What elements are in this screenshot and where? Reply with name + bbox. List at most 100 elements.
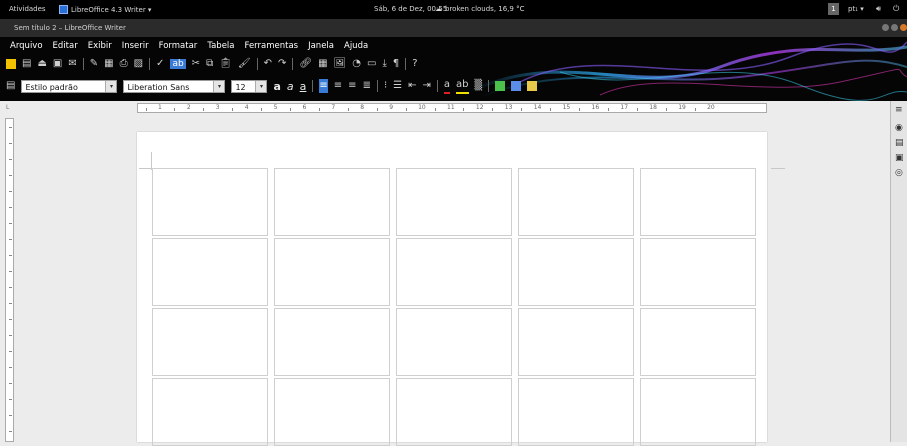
label-cell[interactable] [518,308,634,376]
sidebar-navigator-icon[interactable] [527,81,538,91]
speaker-icon[interactable]: 🔊︎ [876,4,881,14]
numbering-icon[interactable]: ⁝ [384,79,387,93]
decrease-indent-icon[interactable]: ⇤ [408,79,416,93]
label-cell[interactable] [152,378,268,446]
keyboard-language[interactable]: pt₁ ▾ [848,5,864,13]
font-name-select[interactable]: Liberation Sans ▾ [123,79,226,93]
app-menu[interactable]: LibreOffice 4.3 Writer ▾ [59,5,151,14]
chevron-down-icon[interactable]: ▾ [213,80,225,92]
email-icon[interactable]: ✉ [68,57,76,71]
label-cell[interactable] [396,308,512,376]
new-document-icon[interactable] [6,59,16,69]
undo-icon[interactable]: ↶ [264,57,272,71]
save-icon[interactable]: ▣ [53,57,62,71]
copy-icon[interactable]: ⧉ [206,57,213,71]
weather-indicator[interactable]: ☁ broken clouds, 16,9 °C [435,5,524,13]
ruler-number: 11 [447,104,455,111]
properties-icon[interactable]: ◉ [895,123,905,133]
styles-icon[interactable]: ▤ [895,138,905,148]
hyperlink-icon[interactable]: 🔗︎ [299,57,312,71]
menu-janela[interactable]: Janela [308,41,334,55]
ruler-number: 1 [158,104,162,111]
power-icon[interactable]: ⏻ [893,4,899,14]
minimize-button[interactable] [882,24,889,31]
label-cell[interactable] [396,168,512,236]
label-cell[interactable] [274,308,390,376]
styles-icon[interactable]: ▤ [6,79,15,93]
highlight-icon[interactable]: ab [456,78,469,94]
templates-icon[interactable]: ▤ [22,57,31,71]
export-pdf-icon[interactable]: ▦ [104,57,113,71]
bullets-icon[interactable]: ☰ [393,79,402,93]
font-size-select[interactable]: 12 ▾ [231,79,268,93]
textbox-icon[interactable]: ▭ [367,57,376,71]
label-cell[interactable] [640,378,756,446]
table-icon[interactable]: ▦ [318,57,327,71]
image-icon[interactable]: 🖼︎ [334,57,347,71]
paste-icon[interactable]: 📋︎ [219,57,232,71]
label-cell[interactable] [640,308,756,376]
underline-button[interactable]: a [300,80,307,93]
gallery-icon[interactable]: ▣ [895,153,905,163]
label-cell[interactable] [518,378,634,446]
page-break-icon[interactable]: ⤓ [382,57,386,71]
label-cell[interactable] [640,238,756,306]
align-right-icon[interactable]: ≡ [348,79,356,93]
menu-formatar[interactable]: Formatar [159,41,198,55]
justify-icon[interactable]: ≣ [363,79,371,93]
menu-ferramentas[interactable]: Ferramentas [245,41,299,55]
window-titlebar[interactable]: Sem título 2 – LibreOffice Writer [0,19,907,37]
align-left-icon[interactable]: ≡ [319,79,328,93]
autospellcheck-icon[interactable]: ab [170,59,186,69]
align-center-icon[interactable]: ≡ [334,79,342,93]
menu-ajuda[interactable]: Ajuda [344,41,368,55]
label-cell[interactable] [274,238,390,306]
italic-button[interactable]: a [287,80,294,93]
background-color-icon[interactable]: ▒ [475,79,483,93]
redo-icon[interactable]: ↷ [278,57,286,71]
bold-button[interactable]: a [273,80,280,93]
chevron-down-icon[interactable]: ▾ [105,80,117,92]
menu-inserir[interactable]: Inserir [122,41,149,55]
label-cell[interactable] [640,168,756,236]
close-button[interactable] [900,24,907,31]
formatting-marks-icon[interactable]: ¶ [393,57,399,71]
workspace-indicator[interactable]: 1 [828,3,839,15]
print-preview-icon[interactable]: ▨ [134,57,143,71]
label-cell[interactable] [152,168,268,236]
paragraph-style-select[interactable]: Estilo padrão ▾ [21,79,118,93]
menu-editar[interactable]: Editar [53,41,78,55]
label-cell[interactable] [274,378,390,446]
label-cell[interactable] [396,238,512,306]
font-color-icon[interactable]: a [443,78,451,94]
sidebar-gallery-icon[interactable] [511,81,522,91]
activities-button[interactable]: Atividades [9,5,46,13]
label-cell[interactable] [396,378,512,446]
label-cell[interactable] [152,308,268,376]
edit-mode-icon[interactable]: ✎ [90,57,98,71]
chevron-down-icon[interactable]: ▾ [255,80,267,92]
tab-stop-selector[interactable]: L [6,104,9,111]
print-icon[interactable]: ⎙ [120,57,128,71]
document-page[interactable] [137,132,785,446]
label-cell[interactable] [518,238,634,306]
sidebar-properties-icon[interactable] [495,81,506,91]
label-cell[interactable] [152,238,268,306]
vertical-ruler[interactable] [5,118,14,442]
maximize-button[interactable] [891,24,898,31]
chart-icon[interactable]: ◔ [352,57,361,71]
increase-indent-icon[interactable]: ⇥ [423,79,431,93]
open-icon[interactable]: ⏏ [37,57,46,71]
menu-tabela[interactable]: Tabela [207,41,234,55]
cut-icon[interactable]: ✂ [192,57,200,71]
sidebar-menu-icon[interactable]: ≡ [895,105,905,115]
spelling-icon[interactable]: ✓ [156,57,164,71]
menu-exibir[interactable]: Exibir [88,41,112,55]
navigator-icon[interactable]: ◎ [895,168,905,178]
help-icon[interactable]: ? [412,57,417,71]
menu-arquivo[interactable]: Arquivo [10,41,43,55]
horizontal-ruler[interactable]: 1 2 3 4 5 6 7 8 9 10 11 12 13 14 15 16 17 18 19 20 [137,103,767,113]
label-cell[interactable] [274,168,390,236]
clone-formatting-icon[interactable]: 🖌︎ [238,57,251,71]
label-cell[interactable] [518,168,634,236]
